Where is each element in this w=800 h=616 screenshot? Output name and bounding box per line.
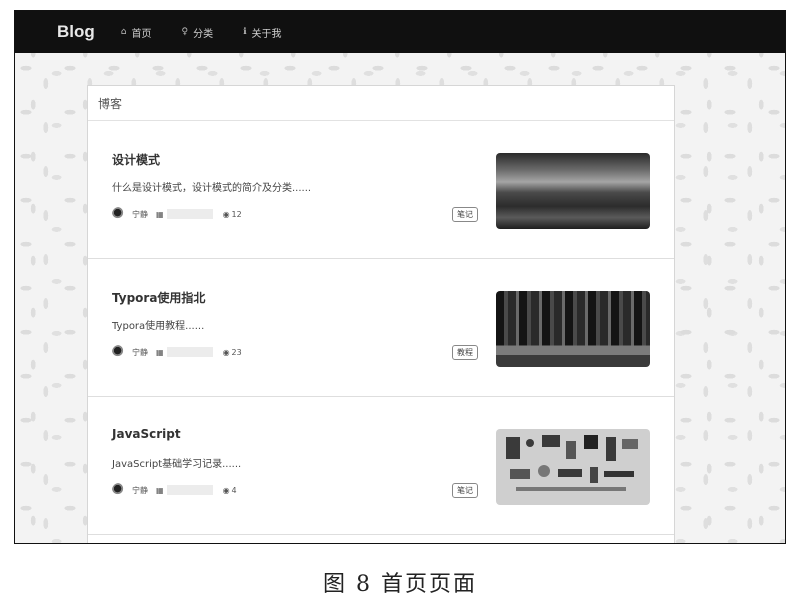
post-meta: 宁静 ▦ ◉ 12: [112, 207, 242, 221]
post-title[interactable]: 设计模式: [112, 151, 160, 168]
thumbnail-object: [606, 437, 616, 461]
thumbnail-object: [526, 439, 534, 447]
thumbnail-object: [542, 435, 560, 447]
eye-icon: ◉: [222, 485, 230, 495]
card-header: 博客: [88, 86, 674, 121]
brand-logo[interactable]: Blog: [57, 22, 95, 42]
post-date: [166, 485, 213, 495]
post-thumbnail[interactable]: [496, 291, 650, 367]
calendar-icon: ▦: [156, 209, 164, 219]
blog-card: 博客 设计模式 什么是设计模式，设计模式的简介及分类...... 宁静 ▦ ◉ …: [87, 85, 675, 543]
thumbnail-object: [506, 437, 520, 459]
home-icon: ⌂: [120, 27, 127, 37]
calendar-icon: ▦: [156, 347, 164, 357]
navbar: Blog ⌂ 首页 ♀ 分类 ℹ 关于我: [15, 11, 785, 53]
post-tag[interactable]: 教程: [452, 345, 478, 360]
post-description: Typora使用教程......: [112, 321, 205, 332]
post-title[interactable]: JavaScript: [112, 427, 181, 441]
thumbnail-object: [510, 469, 530, 479]
avatar: [112, 483, 126, 497]
post-date: [166, 347, 213, 357]
post-views: 23: [231, 347, 242, 357]
figure-caption: 图 8 首页页面: [323, 572, 477, 597]
nav-item-label: 首页: [131, 28, 152, 40]
thumbnail-object: [622, 439, 638, 449]
post-views: 12: [231, 209, 242, 219]
post-title[interactable]: Typora使用指北: [112, 289, 205, 306]
info-icon: ℹ: [243, 27, 247, 37]
thumbnail-object: [566, 441, 576, 459]
thumbnail-object: [590, 467, 598, 483]
eye-icon: ◉: [222, 209, 230, 219]
avatar: [112, 345, 126, 359]
post-item[interactable]: JavaScript JavaScript基础学习记录...... 宁静 ▦ ◉…: [88, 397, 674, 535]
post-tag[interactable]: 笔记: [452, 207, 478, 222]
calendar-icon: ▦: [156, 485, 164, 495]
post-item[interactable]: 设计模式 什么是设计模式，设计模式的简介及分类...... 宁静 ▦ ◉ 12 …: [88, 121, 674, 259]
post-thumbnail[interactable]: [496, 429, 650, 505]
post-author: 宁静: [132, 347, 148, 357]
thumbnail-object: [516, 487, 626, 491]
post-meta: 宁静 ▦ ◉ 4: [112, 483, 237, 497]
lightbulb-icon: ♀: [181, 27, 189, 37]
post-views: 4: [231, 485, 237, 495]
nav-item-home[interactable]: ⌂ 首页: [121, 25, 152, 40]
thumbnail-object: [584, 435, 598, 449]
nav-item-category[interactable]: ♀ 分类: [182, 25, 214, 40]
browser-frame: Blog ⌂ 首页 ♀ 分类 ℹ 关于我 博客 设计模式 什么是设计模式，设计模…: [14, 10, 786, 544]
post-date: [166, 209, 213, 219]
post-meta: 宁静 ▦ ◉ 23: [112, 345, 242, 359]
post-tag[interactable]: 笔记: [452, 483, 478, 498]
post-author: 宁静: [132, 209, 148, 219]
avatar: [112, 207, 126, 221]
post-description: 什么是设计模式，设计模式的简介及分类......: [112, 183, 312, 194]
thumbnail-object: [604, 471, 634, 477]
post-description: JavaScript基础学习记录......: [112, 459, 242, 470]
eye-icon: ◉: [222, 347, 230, 357]
post-thumbnail[interactable]: [496, 153, 650, 229]
post-item[interactable]: Typora使用指北 Typora使用教程...... 宁静 ▦ ◉ 23 教程: [88, 259, 674, 397]
nav-item-label: 分类: [193, 28, 214, 40]
nav-item-label: 关于我: [251, 28, 282, 40]
nav-item-about[interactable]: ℹ 关于我: [243, 25, 281, 40]
thumbnail-object: [538, 465, 550, 477]
post-author: 宁静: [132, 485, 148, 495]
thumbnail-object: [558, 469, 582, 477]
